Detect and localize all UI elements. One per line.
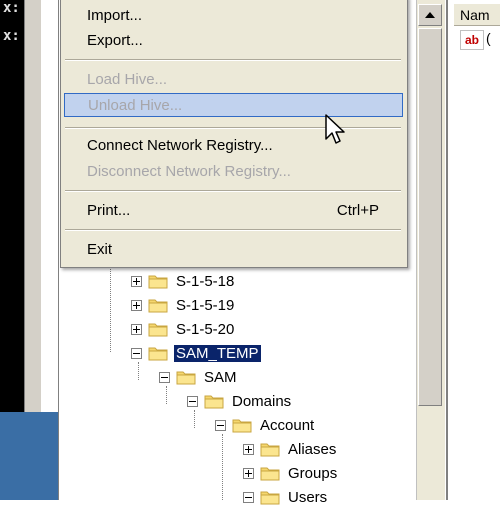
collapse-icon[interactable] <box>159 371 170 383</box>
collapse-icon[interactable] <box>187 395 198 407</box>
menu-separator <box>65 127 401 129</box>
expand-icon[interactable] <box>131 299 142 311</box>
menu-item-unload-hive: Unload Hive... <box>64 93 403 117</box>
menu-item-import[interactable]: Import... <box>61 3 407 27</box>
tree-node[interactable]: SAM <box>159 366 239 388</box>
arrow-up-icon <box>425 12 435 18</box>
console-line: x: <box>3 28 20 44</box>
values-list-pane[interactable] <box>446 0 500 500</box>
tree-node-label[interactable]: SAM <box>202 369 239 386</box>
menu-item-disconnect-network-registry: Disconnect Network Registry... <box>61 159 407 183</box>
tree-node-label[interactable]: S-1-5-19 <box>174 297 236 314</box>
folder-icon <box>176 371 196 385</box>
folder-icon <box>148 347 168 361</box>
tree-node[interactable]: S-1-5-18 <box>131 270 236 292</box>
menu-item-label: Export... <box>87 31 143 49</box>
tree-node[interactable]: Groups <box>243 462 339 484</box>
tree-node-selected[interactable]: SAM_TEMP <box>131 342 262 364</box>
file-menu-dropdown: Import... Export... Load Hive... Unload … <box>60 0 408 268</box>
tree-node-label[interactable]: S-1-5-18 <box>174 273 236 290</box>
folder-icon <box>148 275 168 289</box>
folder-icon <box>260 443 280 457</box>
tree-node[interactable]: S-1-5-19 <box>131 294 236 316</box>
collapse-icon[interactable] <box>215 419 226 431</box>
tree-node-label[interactable]: Account <box>258 417 316 434</box>
menu-item-connect-network-registry[interactable]: Connect Network Registry... <box>61 133 407 157</box>
value-name-text[interactable]: ( <box>486 30 491 46</box>
tree-node-label[interactable]: Aliases <box>286 441 338 458</box>
tree-node[interactable]: S-1-5-20 <box>131 318 236 340</box>
command-console: x: x: <box>0 0 24 412</box>
expand-icon[interactable] <box>131 323 142 335</box>
menu-separator <box>65 59 401 61</box>
console-line: x: <box>3 0 20 16</box>
tree-node[interactable]: Account <box>215 414 316 436</box>
scroll-up-button[interactable] <box>418 4 442 26</box>
tree-node-label[interactable]: Users <box>286 489 329 506</box>
menu-item-print[interactable]: Print... Ctrl+P <box>61 198 407 222</box>
tree-node-label[interactable]: SAM_TEMP <box>173 343 262 363</box>
menu-separator <box>65 190 401 192</box>
expand-icon[interactable] <box>131 275 142 287</box>
menu-item-label: Load Hive... <box>87 70 168 88</box>
menu-item-label: Disconnect Network Registry... <box>87 162 291 180</box>
folder-icon <box>204 395 224 409</box>
name-column-header[interactable]: Nam <box>454 4 500 26</box>
folder-icon <box>260 467 280 481</box>
menu-item-label: Import... <box>87 6 143 24</box>
menu-item-load-hive: Load Hive... <box>61 67 407 91</box>
folder-icon <box>260 491 280 505</box>
menu-separator <box>65 229 401 231</box>
tree-node[interactable]: Aliases <box>243 438 338 460</box>
collapse-icon[interactable] <box>131 347 142 359</box>
tree-node[interactable]: Domains <box>187 390 293 412</box>
regedit-screenshot: x: x: S-1-5-18 S-1-5-19 S-1-5-20 SAM_TEM… <box>0 0 500 506</box>
tree-node-label[interactable]: Domains <box>230 393 293 410</box>
tree-node[interactable]: Users <box>243 486 329 508</box>
folder-icon <box>148 323 168 337</box>
menu-item-label: Unload Hive... <box>88 96 183 114</box>
menu-item-label: Exit <box>87 240 113 258</box>
collapse-icon[interactable] <box>243 491 254 503</box>
menu-item-shortcut: Ctrl+P <box>336 201 379 219</box>
mouse-pointer-icon <box>325 114 345 144</box>
menu-item-label: Connect Network Registry... <box>87 136 273 154</box>
expand-icon[interactable] <box>243 443 254 455</box>
string-value-icon: ab <box>460 30 484 50</box>
menu-item-exit[interactable]: Exit <box>61 237 407 261</box>
menu-item-label: Print... <box>87 201 131 219</box>
expand-icon[interactable] <box>243 467 254 479</box>
desktop-background <box>0 412 60 500</box>
menu-item-export[interactable]: Export... <box>61 28 407 52</box>
scrollbar-thumb[interactable] <box>418 28 442 406</box>
tree-node-label[interactable]: Groups <box>286 465 339 482</box>
folder-icon <box>148 299 168 313</box>
console-window-border <box>24 0 41 412</box>
tree-node-label[interactable]: S-1-5-20 <box>174 321 236 338</box>
folder-icon <box>232 419 252 433</box>
